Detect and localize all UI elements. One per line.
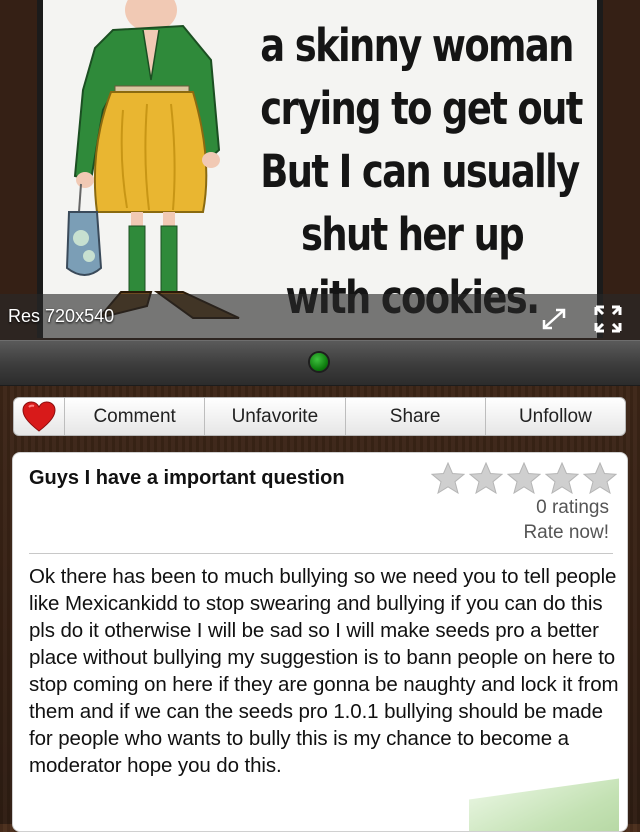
expand-icon[interactable] <box>540 306 568 332</box>
star-icon[interactable] <box>545 462 579 494</box>
meme-caption: a skinny woman crying to get out But I c… <box>227 14 597 329</box>
post-body: Ok there has been to much bullying so we… <box>29 565 619 777</box>
image-viewer[interactable]: a skinny woman crying to get out But I c… <box>0 0 640 340</box>
photo-frame: a skinny woman crying to get out But I c… <box>37 0 603 338</box>
resolution-label: Res 720x540 <box>8 306 114 327</box>
fullscreen-icon[interactable] <box>594 305 622 333</box>
favorite-button[interactable] <box>14 398 65 435</box>
post-card: Guys I have a important question 0 ratin… <box>12 452 628 832</box>
unfavorite-button[interactable]: Unfavorite <box>205 398 346 435</box>
post-title: Guys I have a important question <box>29 467 345 489</box>
resolution-prefix: Res <box>8 306 41 326</box>
rate-now-link[interactable]: Rate now! <box>523 522 609 544</box>
action-bar: Comment Unfavorite Share Unfollow <box>13 397 626 436</box>
star-icon[interactable] <box>507 462 541 494</box>
meme-line: crying to get out <box>260 82 583 135</box>
heart-icon <box>22 400 56 432</box>
ratings-count: 0 ratings <box>536 497 609 518</box>
page-indicator-dot[interactable] <box>310 353 328 371</box>
page-indicator-bar <box>0 340 640 386</box>
share-button[interactable]: Share <box>346 398 486 435</box>
rating-stars[interactable] <box>431 462 617 494</box>
star-icon[interactable] <box>583 462 617 494</box>
star-icon[interactable] <box>431 462 465 494</box>
unfollow-button[interactable]: Unfollow <box>486 398 625 435</box>
divider <box>29 553 613 554</box>
cartoon-woman-illustration <box>65 0 240 320</box>
meme-line: But I can usually <box>260 145 580 198</box>
star-icon[interactable] <box>469 462 503 494</box>
comment-button[interactable]: Comment <box>65 398 206 435</box>
meme-line: shut her up <box>301 208 525 261</box>
meme-line: a skinny woman <box>260 19 574 72</box>
resolution-value: 720x540 <box>45 306 115 326</box>
meme-image[interactable]: a skinny woman crying to get out But I c… <box>43 0 597 338</box>
